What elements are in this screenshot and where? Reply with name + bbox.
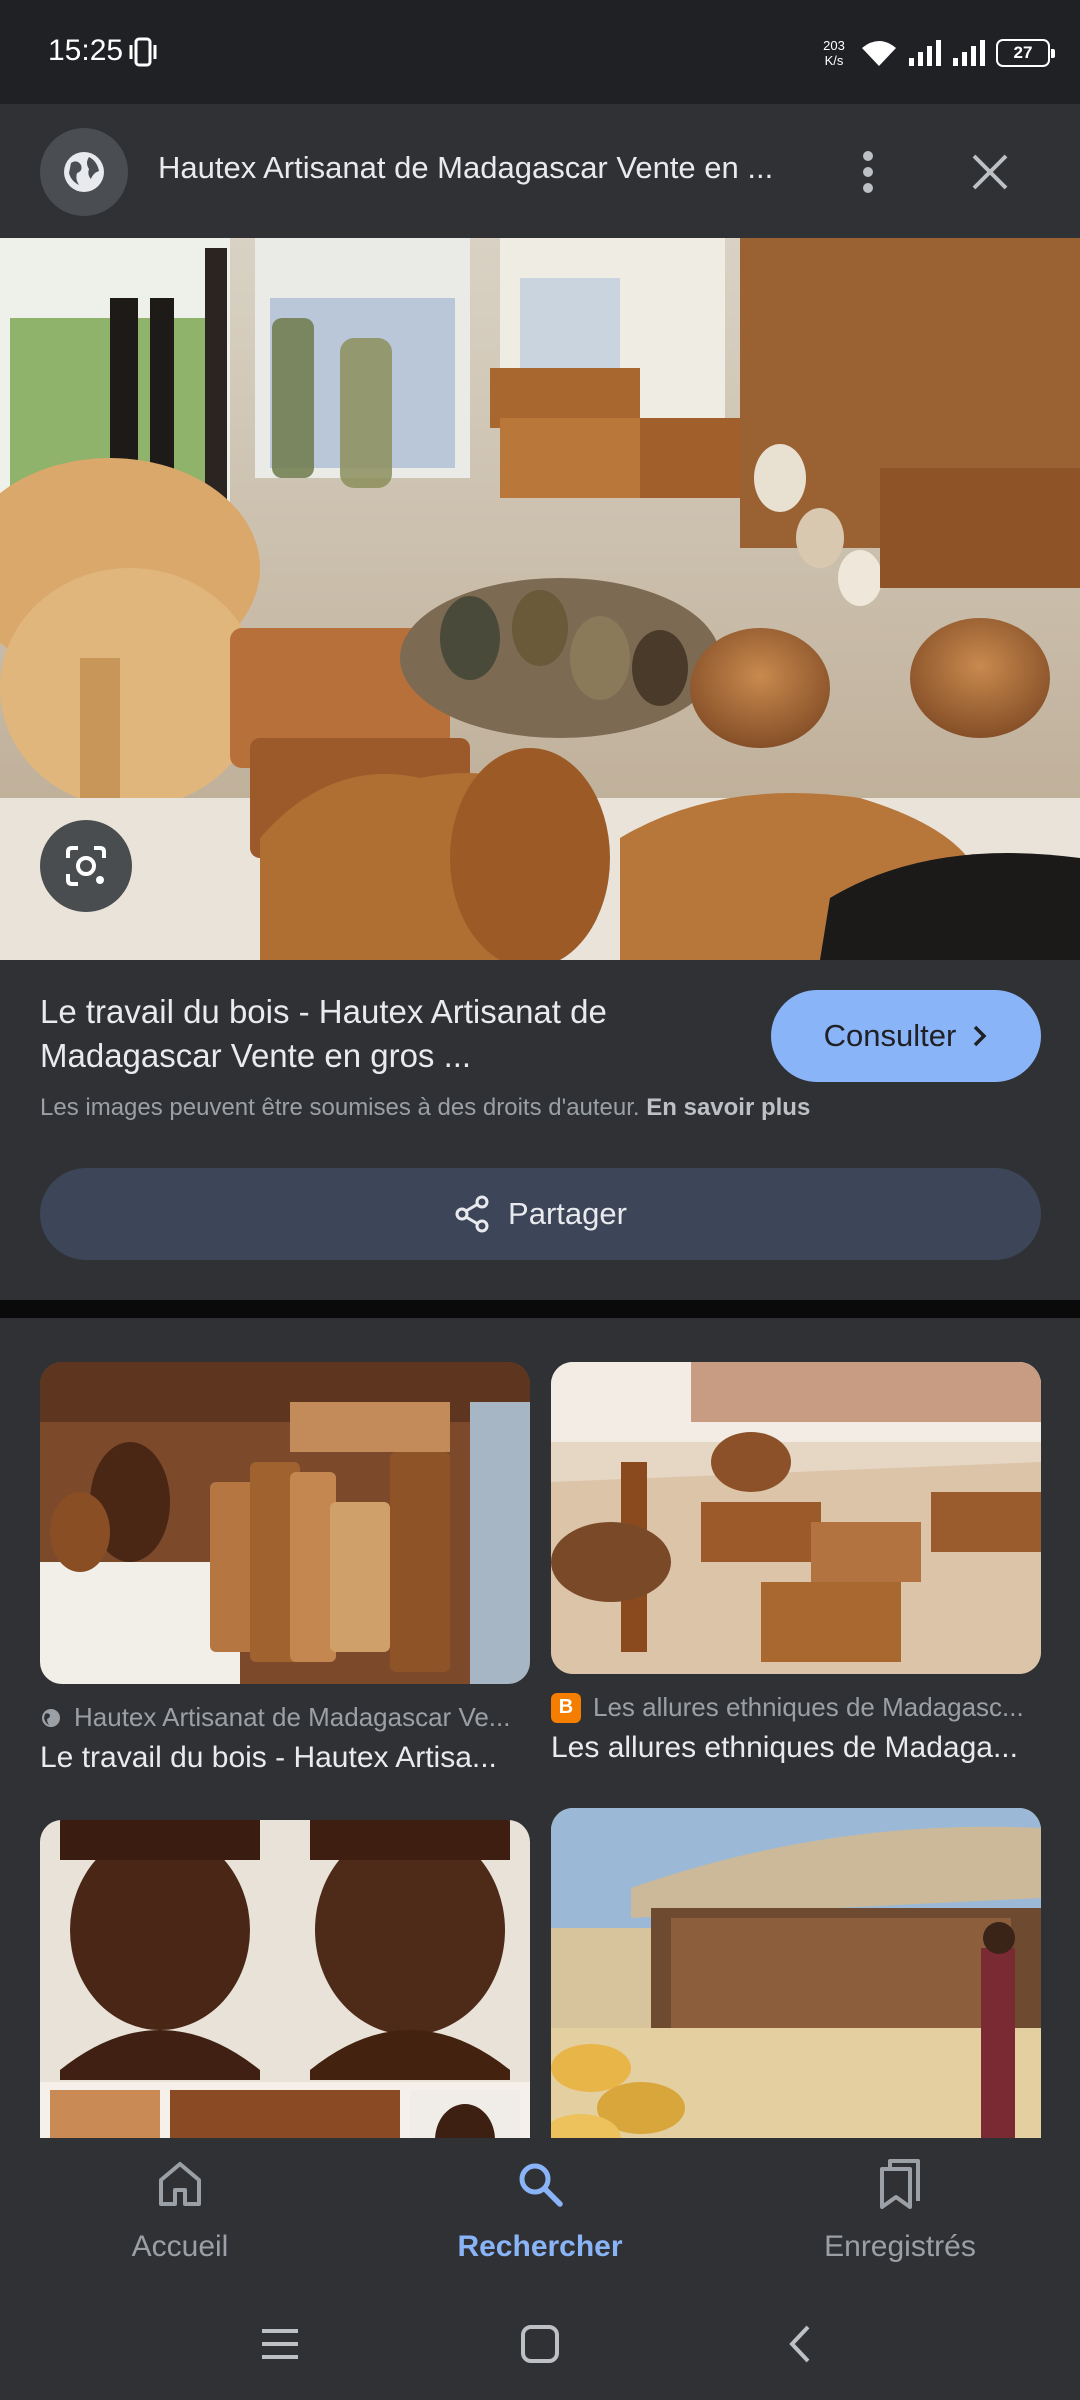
related-image-card[interactable]: Hautex Artisanat de Madagascar Ve... Le …: [40, 1362, 530, 1775]
status-bar: 15:25 203 K/s 27: [0, 0, 1080, 104]
copyright-notice: Les images peuvent être soumises à des d…: [40, 1094, 810, 1122]
square-icon: [521, 2325, 559, 2363]
image-info-panel: Le travail du bois - Hautex Artisanat de…: [0, 960, 1080, 1300]
recents-button[interactable]: [240, 2314, 320, 2374]
visit-button[interactable]: Consulter: [771, 990, 1041, 1082]
related-image-thumbnail[interactable]: [551, 1362, 1041, 1674]
system-navigation: [0, 2290, 1080, 2400]
image-viewer-header: Hautex Artisanat de Madagascar Vente en …: [0, 104, 1080, 238]
close-icon[interactable]: [960, 144, 1020, 200]
share-icon: [455, 1195, 489, 1233]
bookmarks-icon: [878, 2152, 922, 2216]
nav-saved-label: Enregistrés: [824, 2230, 976, 2263]
related-source-name: Les allures ethniques de Madagasc...: [593, 1692, 1024, 1722]
status-icons: 203 K/s 27: [818, 30, 1055, 76]
related-image-thumbnail[interactable]: [40, 1820, 530, 2138]
nav-search[interactable]: Rechercher: [390, 2152, 690, 2282]
back-button[interactable]: [760, 2314, 840, 2374]
nav-home[interactable]: Accueil: [30, 2152, 330, 2282]
related-image-card[interactable]: [40, 1820, 530, 2138]
battery-icon: 27: [996, 39, 1055, 67]
wifi-icon: [862, 41, 896, 66]
related-source: B Les allures ethniques de Madagasc...: [551, 1692, 1041, 1723]
more-options-icon[interactable]: [846, 144, 890, 200]
copyright-text: Les images peuvent être soumises à des d…: [40, 1094, 640, 1121]
home-button[interactable]: [500, 2314, 580, 2374]
main-image[interactable]: [0, 238, 1080, 960]
related-image-card[interactable]: [551, 1808, 1041, 2138]
nav-home-label: Accueil: [131, 2230, 229, 2263]
status-time: 15:25: [48, 34, 124, 67]
related-image-thumbnail[interactable]: [551, 1808, 1041, 2138]
section-divider: [0, 1300, 1080, 1318]
related-images-grid: Hautex Artisanat de Madagascar Ve... Le …: [0, 1318, 1080, 2138]
share-button[interactable]: Partager: [40, 1168, 1041, 1260]
learn-more-link[interactable]: En savoir plus: [646, 1094, 810, 1121]
globe-icon: [42, 1708, 60, 1727]
back-chevron-icon: [789, 2325, 810, 2363]
related-title[interactable]: Les allures ethniques de Madaga...: [551, 1731, 1041, 1765]
network-speed-unit: K/s: [824, 53, 844, 68]
signal-icon-1: [909, 40, 941, 66]
blogger-icon: B: [551, 1692, 581, 1723]
share-label: Partager: [508, 1196, 627, 1231]
globe-icon: [40, 128, 128, 216]
signal-icon-2: [953, 40, 985, 66]
lens-search-button[interactable]: [40, 820, 132, 912]
visit-button-label: Consulter: [823, 1018, 957, 1053]
related-image-card[interactable]: B Les allures ethniques de Madagasc... L…: [551, 1362, 1041, 1765]
handicraft-photo: [0, 238, 1080, 960]
nav-saved[interactable]: Enregistrés: [750, 2152, 1050, 2282]
bottom-navigation: Accueil Rechercher Enregistrés: [0, 2138, 1080, 2290]
nav-search-label: Rechercher: [457, 2230, 623, 2263]
vibrate-icon: [129, 37, 157, 67]
related-source-name: Hautex Artisanat de Madagascar Ve...: [74, 1702, 511, 1732]
lens-icon: [66, 846, 106, 886]
search-icon: [516, 2152, 564, 2216]
home-icon: [157, 2152, 203, 2216]
network-speed: 203 K/s: [818, 38, 850, 68]
related-title[interactable]: Le travail du bois - Hautex Artisa...: [40, 1741, 530, 1775]
menu-icon: [262, 2329, 298, 2359]
battery-level: 27: [1013, 43, 1033, 62]
related-image-thumbnail[interactable]: [40, 1362, 530, 1684]
network-speed-value: 203: [823, 38, 845, 53]
page-title[interactable]: Hautex Artisanat de Madagascar Vente en …: [158, 150, 798, 186]
chevron-right-icon: [974, 1025, 987, 1047]
result-title[interactable]: Le travail du bois - Hautex Artisanat de…: [40, 990, 740, 1078]
related-source: Hautex Artisanat de Madagascar Ve...: [40, 1702, 530, 1733]
